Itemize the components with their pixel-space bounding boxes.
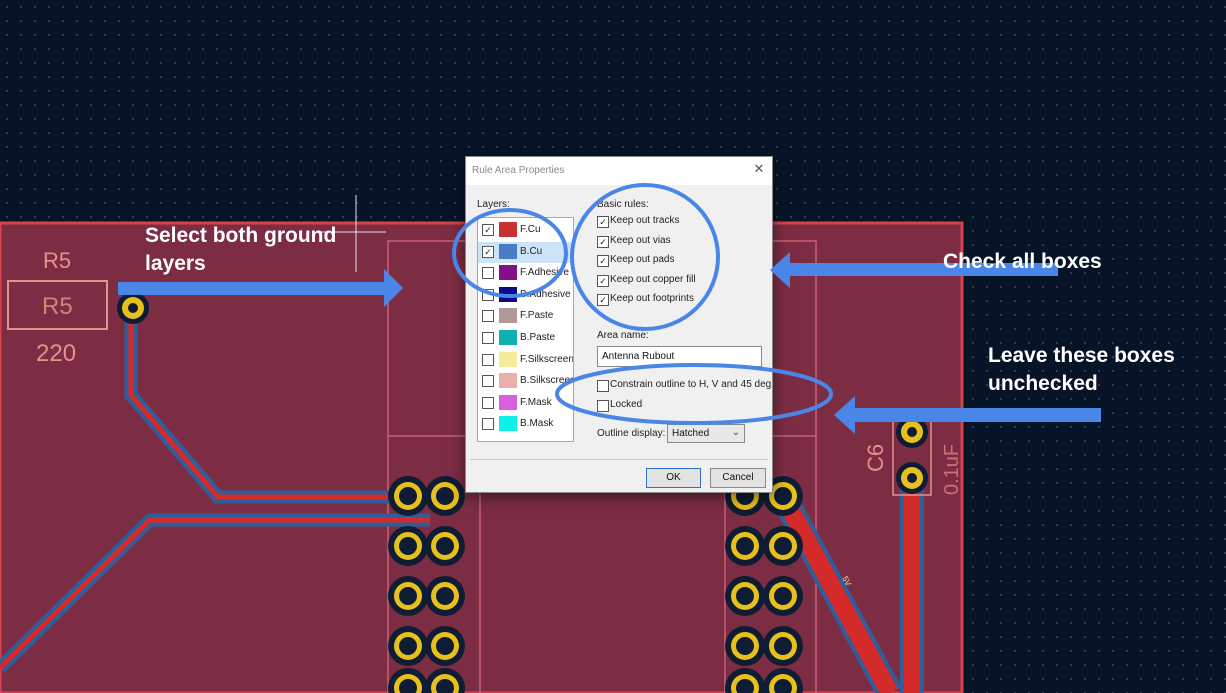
callout-leave-unchecked: Leave these boxes unchecked bbox=[988, 342, 1175, 398]
callout-select-layers: Select both ground layers bbox=[145, 222, 336, 278]
header-pad[interactable] bbox=[388, 576, 428, 616]
layer-checkbox[interactable] bbox=[482, 396, 494, 409]
layer-color-swatch bbox=[499, 416, 517, 432]
layer-checkbox[interactable]: ✓ bbox=[482, 224, 494, 236]
basic-rules-label: Basic rules: bbox=[597, 199, 649, 210]
locked-label: Locked bbox=[610, 399, 643, 410]
layer-checkbox[interactable] bbox=[482, 310, 494, 323]
layer-row[interactable]: B.Mask bbox=[478, 414, 573, 435]
header-pad[interactable] bbox=[725, 626, 765, 666]
layer-row[interactable]: F.Adhesive bbox=[478, 263, 573, 284]
rule-checkbox-box[interactable]: ✓ bbox=[597, 274, 609, 287]
layers-list[interactable]: ✓ F.Cu ✓ B.Cu F.Adhesive B.Adhesive F.Paste B.P… bbox=[477, 217, 574, 442]
rule-area-properties-dialog: Rule Area Properties ✕ Layers: ✓ F.Cu ✓ B.C… bbox=[465, 156, 773, 493]
r5-pad[interactable] bbox=[117, 292, 149, 324]
rule-checkbox-box[interactable]: ✓ bbox=[597, 255, 609, 268]
layer-name: F.Mask bbox=[520, 396, 552, 408]
header-pad[interactable] bbox=[763, 526, 803, 566]
callout-leave-unchecked-line2: unchecked bbox=[988, 372, 1098, 395]
layer-name: B.Cu bbox=[520, 245, 543, 257]
area-name-label: Area name: bbox=[597, 330, 649, 341]
c6-ref: C6 bbox=[863, 444, 888, 472]
outline-display-label: Outline display: bbox=[597, 428, 666, 439]
close-icon[interactable]: ✕ bbox=[752, 162, 766, 176]
layer-row[interactable]: ✓ B.Cu bbox=[478, 241, 573, 263]
c6-pad-1[interactable] bbox=[896, 416, 928, 448]
rule-checkbox-label: Keep out tracks bbox=[610, 215, 680, 226]
dialog-title: Rule Area Properties bbox=[472, 165, 565, 176]
locked-box[interactable] bbox=[597, 400, 609, 412]
c6-pad-2[interactable] bbox=[896, 462, 928, 494]
header-pad[interactable] bbox=[763, 626, 803, 666]
layer-row[interactable]: B.Silkscreen bbox=[478, 371, 573, 392]
rule-checkbox-box[interactable]: ✓ bbox=[597, 216, 609, 228]
r5-ref-body: R5 bbox=[42, 293, 73, 320]
layer-color-swatch bbox=[499, 330, 517, 345]
constrain-outline-label: Constrain outline to H, V and 45 deg bbox=[610, 379, 772, 390]
callout-select-layers-line1: Select both ground bbox=[145, 224, 337, 247]
header-pad[interactable] bbox=[388, 526, 428, 566]
layer-checkbox[interactable] bbox=[482, 418, 494, 431]
r5-ref-top: R5 bbox=[43, 248, 71, 273]
layer-checkbox[interactable] bbox=[482, 267, 494, 280]
layer-row[interactable]: F.Paste bbox=[478, 306, 573, 327]
layer-color-swatch bbox=[499, 286, 517, 302]
layer-row[interactable]: B.Paste bbox=[478, 328, 573, 349]
callout-check-all: Check all boxes bbox=[943, 250, 1102, 273]
dialog-titlebar[interactable]: Rule Area Properties ✕ bbox=[466, 157, 772, 185]
outline-display-select[interactable]: Hatched ⌄ bbox=[667, 424, 745, 443]
layer-name: B.Adhesive bbox=[520, 288, 571, 300]
callout-select-layers-line2: layers bbox=[145, 252, 206, 275]
header-pad[interactable] bbox=[725, 526, 765, 566]
layer-row[interactable]: F.Mask bbox=[478, 393, 573, 414]
header-pad[interactable] bbox=[388, 626, 428, 666]
layer-name: B.Silkscreen bbox=[520, 375, 574, 387]
layer-row[interactable]: ✓ F.Cu bbox=[478, 220, 573, 241]
r5-value: 220 bbox=[36, 340, 76, 367]
layer-name: B.Mask bbox=[520, 418, 554, 430]
outline-display-value: Hatched bbox=[672, 428, 710, 439]
layer-checkbox[interactable] bbox=[482, 288, 494, 301]
layer-color-swatch bbox=[499, 243, 517, 259]
header-pad[interactable] bbox=[763, 576, 803, 616]
header-pad[interactable] bbox=[425, 526, 465, 566]
rule-checkbox-label: Keep out footprints bbox=[610, 293, 694, 305]
header-pad[interactable] bbox=[425, 626, 465, 666]
ok-button[interactable]: OK bbox=[646, 468, 701, 488]
layer-name: F.Silkscreen bbox=[520, 353, 574, 365]
c6-value: 0.1uF bbox=[941, 444, 963, 495]
chevron-down-icon: ⌄ bbox=[731, 427, 740, 438]
header-pad[interactable] bbox=[725, 576, 765, 616]
layer-name: F.Adhesive bbox=[520, 267, 569, 279]
layer-color-swatch bbox=[499, 308, 517, 324]
layer-checkbox[interactable] bbox=[482, 375, 494, 388]
dialog-separator bbox=[470, 459, 768, 460]
header-pad[interactable] bbox=[388, 476, 428, 516]
layer-color-swatch bbox=[499, 351, 517, 367]
area-name-input[interactable] bbox=[597, 346, 762, 367]
layer-row[interactable]: B.Adhesive bbox=[478, 285, 573, 306]
rule-checkbox-box[interactable]: ✓ bbox=[597, 235, 609, 248]
layer-checkbox[interactable] bbox=[482, 353, 494, 366]
cancel-button[interactable]: Cancel bbox=[710, 468, 766, 488]
layer-color-swatch bbox=[499, 222, 517, 237]
rule-checkbox-label: Keep out pads bbox=[610, 254, 675, 266]
constrain-outline-box[interactable] bbox=[597, 380, 609, 392]
layer-name: F.Paste bbox=[520, 310, 554, 322]
layer-checkbox[interactable] bbox=[482, 332, 494, 344]
header-pad[interactable] bbox=[425, 476, 465, 516]
layer-color-swatch bbox=[499, 394, 517, 410]
rule-checkbox-label: Keep out copper fill bbox=[610, 273, 696, 285]
layer-row[interactable]: F.Silkscreen bbox=[478, 350, 573, 371]
layer-color-swatch bbox=[499, 373, 517, 389]
layer-name: F.Cu bbox=[520, 224, 541, 235]
layer-checkbox[interactable]: ✓ bbox=[482, 245, 494, 258]
rule-checkbox-box[interactable]: ✓ bbox=[597, 294, 609, 307]
rule-checkbox-label: Keep out vias bbox=[610, 234, 671, 246]
header-pad[interactable] bbox=[425, 576, 465, 616]
callout-leave-unchecked-line1: Leave these boxes bbox=[988, 344, 1175, 367]
layers-label: Layers: bbox=[477, 199, 510, 210]
layer-color-swatch bbox=[499, 265, 517, 281]
layer-name: B.Paste bbox=[520, 332, 556, 343]
